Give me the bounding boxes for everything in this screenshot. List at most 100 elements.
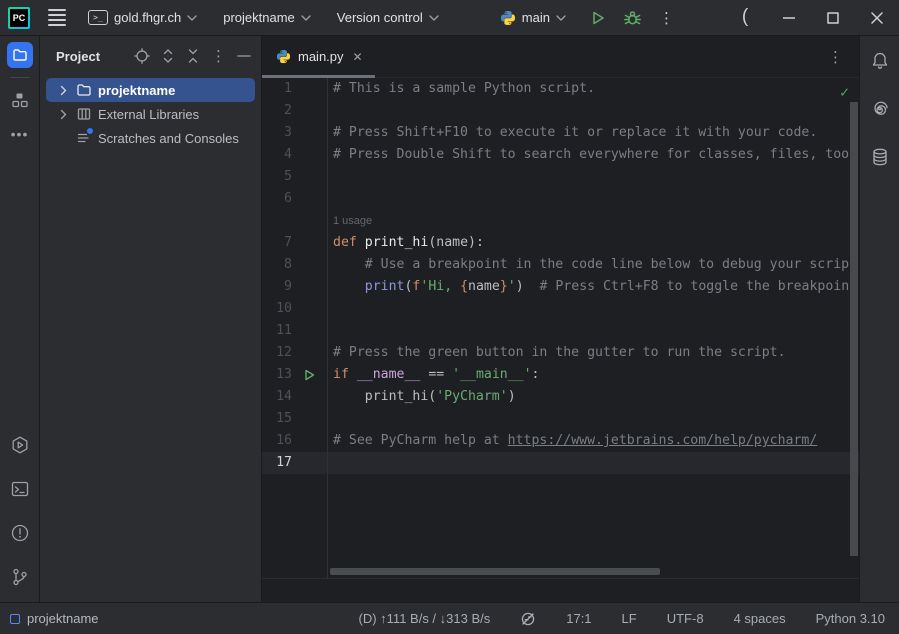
usage-hint-label[interactable]: 1 usage (327, 210, 859, 232)
locate-file-icon[interactable] (134, 48, 150, 64)
chevron-down-icon (187, 15, 197, 21)
code-line[interactable]: 17 (262, 452, 859, 474)
line-number: 15 (262, 408, 292, 430)
run-line-icon[interactable] (292, 364, 327, 386)
more-actions-icon[interactable]: ⋮ (659, 9, 674, 27)
status-project-name: projektname (27, 611, 99, 626)
expand-all-icon[interactable] (161, 48, 175, 64)
hide-panel-icon[interactable] (237, 54, 251, 58)
horizontal-scrollbar[interactable] (330, 568, 660, 575)
chevron-right-icon[interactable] (56, 109, 70, 120)
code-editor[interactable]: 1# This is a sample Python script.23# Pr… (262, 78, 859, 578)
code-line[interactable]: 7def print_hi(name): (262, 232, 859, 254)
library-icon (75, 106, 93, 122)
panel-options-icon[interactable]: ⋮ (211, 47, 226, 65)
code-line[interactable]: 10 (262, 298, 859, 320)
version-control-tool-button[interactable] (7, 564, 33, 590)
project-panel: Project ⋮ (40, 36, 262, 602)
run-button[interactable] (590, 10, 606, 26)
line-number: 3 (262, 122, 292, 144)
line-number: 17 (262, 452, 292, 474)
editor-area: main.py ✕ ⋮ 1# This is a sample Python s… (262, 36, 859, 602)
code-line[interactable]: 16# See PyCharm help at https://www.jetb… (262, 430, 859, 452)
project-tree: projektname External Libraries Scratches… (40, 76, 261, 150)
code-line[interactable]: 11 (262, 320, 859, 342)
code-line[interactable]: 2 (262, 100, 859, 122)
code-line[interactable]: 14 print_hi('PyCharm') (262, 386, 859, 408)
chevron-down-icon (301, 15, 311, 21)
line-number: 11 (262, 320, 292, 342)
editor-options-icon[interactable]: ⋮ (828, 48, 843, 66)
line-number: 5 (262, 166, 292, 188)
tree-item-label: projektname (98, 83, 175, 98)
services-tool-button[interactable] (7, 432, 33, 458)
interpreter-widget[interactable]: Python 3.10 (816, 611, 885, 626)
tab-close-icon[interactable]: ✕ (351, 48, 365, 66)
line-number: 8 (262, 254, 292, 276)
database-tool-button[interactable] (867, 144, 893, 170)
debug-button[interactable] (624, 9, 641, 26)
close-button[interactable] (855, 0, 899, 36)
line-number: 10 (262, 298, 292, 320)
code-line[interactable]: 12# Press the green button in the gutter… (262, 342, 859, 364)
project-widget-label: projektname (223, 10, 295, 25)
code-line[interactable]: 8 # Use a breakpoint in the code line be… (262, 254, 859, 276)
problems-tool-button[interactable] (7, 520, 33, 546)
line-number: 14 (262, 386, 292, 408)
line-number: 4 (262, 144, 292, 166)
run-configuration-label: main (522, 10, 550, 25)
code-line[interactable]: 3# Press Shift+F10 to execute it or repl… (262, 122, 859, 144)
status-bar: projektname (D) ↑111 B/s / ↓313 B/s 17:1… (0, 602, 899, 634)
folder-icon (75, 82, 93, 98)
highlighting-off-icon[interactable] (520, 611, 536, 627)
project-tool-button[interactable] (7, 42, 33, 68)
notifications-tool-button[interactable] (867, 48, 893, 74)
ai-assistant-tool-button[interactable] (867, 96, 893, 122)
gutter-separator (327, 78, 328, 578)
inspection-ok-icon[interactable]: ✓ (840, 81, 849, 103)
code-line[interactable]: 13if __name__ == '__main__': (262, 364, 859, 386)
line-number: 6 (262, 188, 292, 210)
tree-item-projektname[interactable]: projektname (46, 78, 255, 102)
line-number: 12 (262, 342, 292, 364)
project-widget[interactable]: projektname (217, 6, 317, 29)
code-line[interactable]: 5 (262, 166, 859, 188)
run-configuration-widget[interactable]: main (494, 6, 572, 30)
more-tool-windows-icon[interactable]: ••• (7, 121, 33, 147)
code-line[interactable]: 6 (262, 188, 859, 210)
minimize-button[interactable] (767, 0, 811, 36)
code-line[interactable]: 9 print(f'Hi, {name}') # Press Ctrl+F8 t… (262, 276, 859, 298)
remote-host-widget[interactable]: >_ gold.fhgr.ch (82, 6, 203, 29)
tree-item-label: Scratches and Consoles (98, 131, 239, 146)
help-link[interactable]: https://www.jetbrains.com/help/pycharm/ (508, 433, 818, 448)
tab-main-py[interactable]: main.py ✕ (262, 36, 375, 78)
terminal-host-icon: >_ (88, 10, 108, 25)
inlay-usage-hint[interactable]: 1 usage (262, 210, 859, 232)
code-line[interactable]: 1# This is a sample Python script. (262, 78, 859, 100)
tree-item-scratches[interactable]: Scratches and Consoles (46, 126, 255, 150)
indent-widget[interactable]: 4 spaces (734, 611, 786, 626)
structure-tool-button[interactable] (7, 87, 33, 113)
collapse-all-icon[interactable] (186, 48, 200, 64)
caret-position-widget[interactable]: 17:1 (566, 611, 591, 626)
tree-item-label: External Libraries (98, 107, 199, 122)
encoding-widget[interactable]: UTF-8 (667, 611, 704, 626)
status-project-icon (10, 614, 20, 624)
main-menu-icon[interactable] (48, 9, 66, 26)
chevron-down-icon (556, 15, 566, 21)
theme-crescent-icon[interactable]: ( (723, 0, 767, 36)
tree-item-external-libraries[interactable]: External Libraries (46, 102, 255, 126)
code-line[interactable]: 4# Press Double Shift to search everywhe… (262, 144, 859, 166)
code-line[interactable]: 15 (262, 408, 859, 430)
chevron-right-icon[interactable] (56, 85, 70, 96)
line-ending-widget[interactable]: LF (622, 611, 637, 626)
terminal-tool-button[interactable] (7, 476, 33, 502)
python-file-icon (276, 49, 291, 64)
maximize-button[interactable] (811, 0, 855, 36)
editor-bottom-gap (262, 578, 859, 602)
scratches-icon (75, 130, 93, 146)
vcs-widget[interactable]: Version control (331, 6, 445, 29)
vertical-scrollbar[interactable] (850, 102, 858, 556)
line-number: 2 (262, 100, 292, 122)
line-number: 13 (262, 364, 292, 386)
